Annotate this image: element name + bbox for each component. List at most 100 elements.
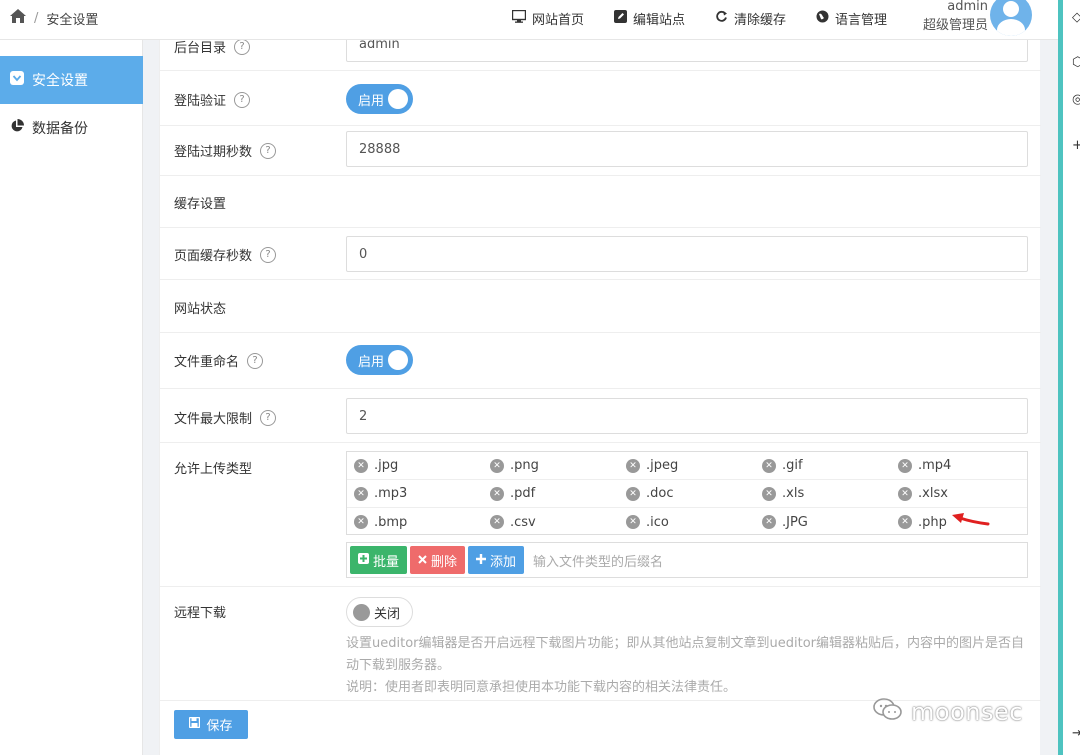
- type-tag: ✕ .JPG: [755, 508, 891, 536]
- row-login-verify: 登陆验证 ? 启用: [160, 71, 1041, 126]
- type-tag: ✕ .gif: [755, 452, 891, 479]
- remove-icon[interactable]: ✕: [354, 486, 368, 501]
- add-button[interactable]: 添加: [468, 546, 525, 574]
- remove-icon[interactable]: ✕: [626, 458, 640, 473]
- watermark: moonsec: [873, 697, 1023, 727]
- batch-button[interactable]: 批量: [350, 546, 408, 574]
- type-tag: ✕ .ico: [619, 508, 755, 536]
- help-icon[interactable]: ?: [260, 142, 277, 159]
- remove-icon[interactable]: ✕: [762, 486, 776, 501]
- help-icon[interactable]: ?: [260, 246, 277, 263]
- exit-icon[interactable]: ⇥: [1072, 726, 1080, 741]
- avatar[interactable]: [990, 0, 1032, 36]
- remove-icon[interactable]: ✕: [898, 515, 912, 529]
- type-tag: ✕ .mp4: [891, 452, 1027, 479]
- upload-types-list: ✕ .jpg ✕ .png ✕ .jpeg ✕ .gif ✕ .mp4 ✕ .mp3 ✕ .p…: [346, 451, 1028, 535]
- home-icon[interactable]: [10, 9, 26, 27]
- page-cache-input[interactable]: 0: [346, 236, 1028, 272]
- type-tag: ✕ .jpg: [347, 452, 483, 479]
- camera-icon[interactable]: ◎: [1072, 92, 1080, 107]
- remove-icon[interactable]: ✕: [354, 515, 368, 529]
- refresh-icon: [715, 10, 728, 27]
- type-tag: ✕ .xlsx: [891, 480, 1027, 507]
- user-role: 超级管理员: [922, 18, 988, 33]
- file-rename-toggle[interactable]: 启用: [346, 345, 413, 375]
- file-max-input[interactable]: 2: [346, 398, 1028, 434]
- watermark-text: moonsec: [911, 698, 1023, 726]
- type-tag-label: .jpeg: [646, 458, 679, 473]
- row-page-cache: 页面缓存秒数 ? 0: [160, 228, 1041, 280]
- help-icon[interactable]: ?: [234, 91, 251, 108]
- remove-icon[interactable]: ✕: [626, 486, 640, 501]
- right-panel-edge: ◇ ⬡ ◎ + ⇥: [1058, 0, 1080, 755]
- tag-icon[interactable]: ◇: [1072, 10, 1080, 25]
- type-tag-label: .png: [510, 458, 539, 473]
- type-tag: ✕ .doc: [619, 480, 755, 507]
- nav-clear-cache-label: 清除缓存: [734, 12, 787, 28]
- file-rename-label: 文件重命名 ?: [174, 351, 264, 370]
- remove-icon[interactable]: ✕: [626, 515, 640, 529]
- remove-icon[interactable]: ✕: [490, 458, 504, 473]
- breadcrumb-separator: /: [34, 10, 39, 26]
- type-tag: ✕ .png: [483, 452, 619, 479]
- remote-download-toggle[interactable]: 关闭: [346, 597, 413, 627]
- sidebar-item-security[interactable]: 安全设置: [0, 56, 143, 104]
- sidebar-item-backup[interactable]: 数据备份: [0, 104, 143, 152]
- plus-icon[interactable]: +: [1072, 138, 1080, 153]
- delete-button[interactable]: 删除: [410, 546, 466, 574]
- sidebar-item-label: 数据备份: [32, 121, 88, 137]
- help-icon[interactable]: ?: [234, 38, 251, 55]
- type-tag: ✕ .xls: [755, 480, 891, 507]
- nav-language-label: 语言管理: [835, 12, 888, 28]
- remove-icon[interactable]: ✕: [898, 486, 912, 501]
- help-icon[interactable]: ?: [260, 409, 277, 426]
- type-tag: ✕ .pdf: [483, 480, 619, 507]
- file-type-input[interactable]: 输入文件类型的后缀名: [533, 551, 663, 570]
- nav-clear-cache[interactable]: 清除缓存: [715, 9, 786, 28]
- shield-icon: [10, 71, 24, 89]
- toggle-state: 启用: [358, 354, 385, 370]
- remove-icon[interactable]: ✕: [762, 458, 776, 473]
- row-status-section: 网站状态: [160, 280, 1041, 333]
- top-nav: 网站首页 编辑站点 清除缓存 语言管理: [511, 0, 887, 36]
- remove-icon[interactable]: ✕: [762, 515, 776, 529]
- login-expire-label: 登陆过期秒数 ?: [174, 141, 277, 160]
- file-rename-label-text: 文件重命名: [174, 355, 240, 370]
- remove-icon[interactable]: ✕: [898, 458, 912, 473]
- type-tag-label: .csv: [510, 514, 536, 530]
- remove-icon[interactable]: ✕: [490, 486, 504, 501]
- type-tag-label: .mp4: [918, 458, 952, 473]
- nav-site-home[interactable]: 网站首页: [511, 9, 584, 28]
- user-info[interactable]: admin 超级管理员: [918, 0, 988, 35]
- nav-language[interactable]: 语言管理: [816, 9, 887, 28]
- settings-form: 后台目录 ? admin 登陆验证 ? 启用 登陆过期秒数 ? 28888 缓存…: [159, 26, 1041, 755]
- top-bar: / 安全设置 网站首页 编辑站点 清除缓存 语言管理 admin 超级管理员: [0, 0, 1058, 40]
- type-tag-label: .gif: [782, 458, 803, 473]
- add-button-label: 添加: [490, 554, 517, 570]
- file-max-label: 文件最大限制 ?: [174, 408, 277, 427]
- hexagon-icon[interactable]: ⬡: [1072, 55, 1080, 70]
- help-text-2: 说明：使用者即表明同意承担使用本功能下载内容的相关法律责任。: [346, 680, 737, 695]
- login-verify-label-text: 登陆验证: [174, 94, 227, 109]
- remove-icon[interactable]: ✕: [490, 515, 504, 529]
- save-button[interactable]: 保存: [174, 710, 248, 739]
- login-verify-label: 登陆验证 ?: [174, 90, 251, 109]
- batch-button-label: 批量: [373, 554, 400, 570]
- remove-icon[interactable]: ✕: [354, 458, 368, 473]
- types-row: ✕ .jpg ✕ .png ✕ .jpeg ✕ .gif ✕ .mp4: [347, 452, 1027, 480]
- type-tag: ✕ .jpeg: [619, 452, 755, 479]
- toggle-state: 关闭: [374, 606, 401, 622]
- remote-download-help: 设置ueditor编辑器是否开启远程下载图片功能；即从其他站点复制文章到uedi…: [346, 633, 1036, 699]
- nav-edit-site[interactable]: 编辑站点: [614, 9, 685, 28]
- row-file-rename: 文件重命名 ? 启用: [160, 333, 1041, 389]
- types-row: ✕ .mp3 ✕ .pdf ✕ .doc ✕ .xls ✕ .xlsx: [347, 480, 1027, 508]
- wechat-icon: [873, 697, 903, 727]
- type-tag-label: .doc: [646, 486, 674, 501]
- login-verify-toggle[interactable]: 启用: [346, 84, 413, 114]
- page-cache-label-text: 页面缓存秒数: [174, 249, 253, 264]
- type-tag-label: .mp3: [374, 486, 408, 501]
- help-icon[interactable]: ?: [247, 352, 264, 369]
- breadcrumb-current: 安全设置: [46, 12, 99, 28]
- login-expire-input[interactable]: 28888: [346, 131, 1028, 167]
- plus-icon: [476, 553, 487, 568]
